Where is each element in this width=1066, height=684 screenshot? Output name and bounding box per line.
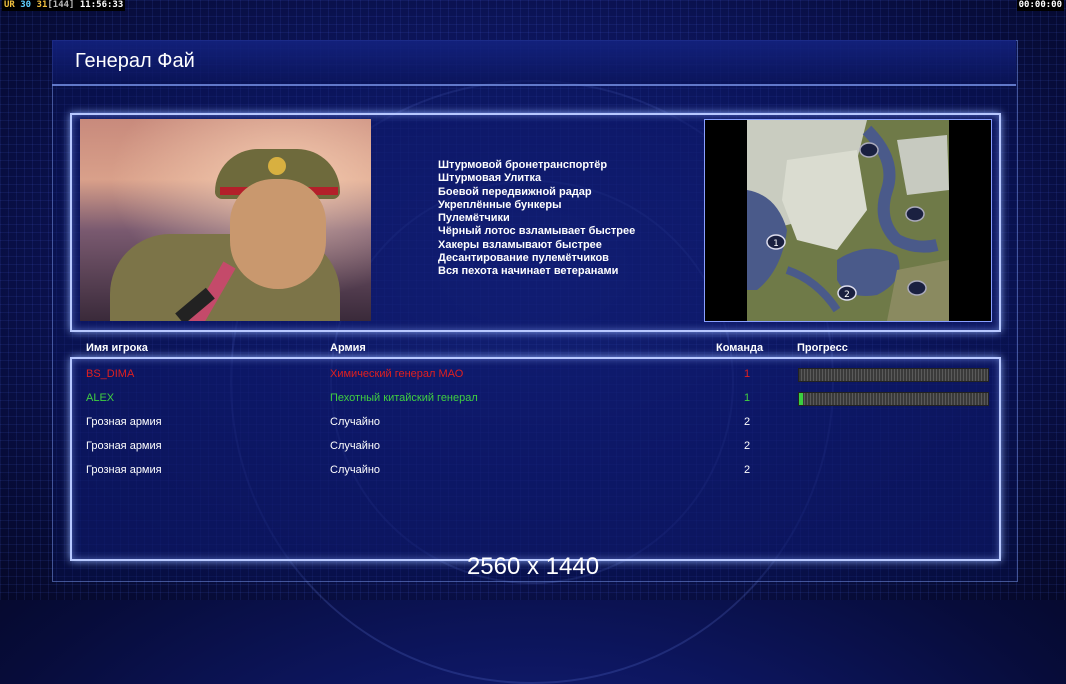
game-timer: 00:00:00 <box>1016 0 1064 11</box>
player-team: 2 <box>744 440 751 452</box>
minimap-preview[interactable]: 1 2 <box>704 119 992 322</box>
perk-item: Штурмовая Улитка <box>438 172 542 185</box>
player-name: BS_DIMA <box>86 368 135 380</box>
header-team: Команда <box>716 342 764 354</box>
title-bar <box>52 40 1016 86</box>
player-army: Случайно <box>330 440 381 452</box>
resolution-label: 2560 x 1440 <box>466 553 600 580</box>
perk-item: Боевой передвижной радар <box>438 185 592 198</box>
load-progress-bar <box>798 392 989 406</box>
player-name: Грозная армия <box>86 416 162 428</box>
general-perks-list: Штурмовой бронетранспортёр Штурмовая Ули… <box>438 159 635 279</box>
header-progress: Прогресс <box>797 342 848 354</box>
player-team: 1 <box>744 368 751 380</box>
perk-item: Вся пехота начинает ветеранами <box>438 265 619 278</box>
general-portrait <box>80 119 371 321</box>
player-name: Грозная армия <box>86 464 162 476</box>
player-army: Случайно <box>330 416 381 428</box>
table-row[interactable]: Грозная армия Случайно 2 <box>0 463 1066 487</box>
perk-item: Пулемётчики <box>438 212 510 225</box>
table-row[interactable]: ALEX Пехотный китайский генерал 1 <box>0 391 1066 415</box>
header-player-name: Имя игрока <box>86 342 148 354</box>
perk-item: Укреплённые бункеры <box>438 198 562 211</box>
fps-overlay: UR 30 31[144] 11:56:33 <box>2 0 126 11</box>
table-row[interactable]: Грозная армия Случайно 2 <box>0 439 1066 463</box>
table-row[interactable]: BS_DIMA Химический генерал МАО 1 <box>0 367 1066 391</box>
perk-item: Десантирование пулемётчиков <box>438 252 609 265</box>
general-title: Генерал Фай <box>75 50 195 72</box>
player-name: ALEX <box>86 392 115 404</box>
player-team: 2 <box>744 416 751 428</box>
header-army: Армия <box>330 342 366 354</box>
perk-item: Чёрный лотос взламывает быстрее <box>438 225 636 238</box>
map-terrain: 1 2 <box>747 120 949 321</box>
player-name: Грозная армия <box>86 440 162 452</box>
perk-item: Хакеры взламывают быстрее <box>438 238 602 251</box>
player-army: Пехотный китайский генерал <box>330 392 478 404</box>
load-progress-bar <box>798 368 989 382</box>
player-team: 2 <box>744 464 751 476</box>
perk-item: Штурмовой бронетранспортёр <box>438 159 608 171</box>
start-marker-label: 1 <box>773 239 779 249</box>
player-army: Химический генерал МАО <box>330 368 464 380</box>
start-marker-label: 2 <box>844 290 850 300</box>
table-row[interactable]: Грозная армия Случайно 2 <box>0 415 1066 439</box>
progress-fill <box>799 393 803 405</box>
player-team: 1 <box>744 392 751 404</box>
player-army: Случайно <box>330 464 381 476</box>
